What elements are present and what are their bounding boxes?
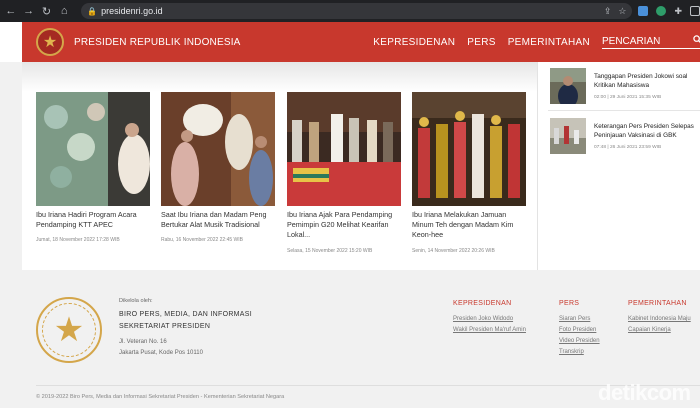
side-news-date: 29 Juni 2021 15:35 WIB: [609, 95, 662, 100]
copyright-text: © 2019-2022 Biro Pers, Media dan Informa…: [36, 394, 285, 400]
article-title[interactable]: Ibu Iriana Melakukan Jamuan Minum Teh de…: [412, 210, 526, 240]
extension-icon[interactable]: [638, 6, 649, 16]
garuda-logo-icon[interactable]: ★: [36, 28, 64, 56]
page-margin: [0, 22, 22, 62]
side-news-item[interactable]: Keterangan Pers Presiden Selepas Peninja…: [550, 118, 700, 154]
article-date: Senin, 14 November 2022 20:26 WIB: [412, 248, 495, 254]
main-nav: KEPRESIDENAN PERS PEMERINTAHAN PENCARIAN: [361, 35, 700, 49]
article-thumbnail[interactable]: [287, 92, 401, 206]
org-name: BIRO PERS, MEDIA, DAN INFORMASI: [119, 311, 252, 318]
article-card[interactable]: Ibu Iriana Hadiri Program Acara Pendampi…: [36, 92, 150, 247]
side-news-title[interactable]: Tanggapan Presiden Jokowi soal Kritikan …: [594, 72, 700, 90]
footer-link[interactable]: Wakil Presiden Ma'ruf Amin: [453, 327, 526, 333]
footer-heading-kepresidenan: KEPRESIDENAN: [453, 300, 512, 307]
footer-link[interactable]: Siaran Pers: [559, 316, 590, 322]
garuda-emblem-icon: ★: [36, 297, 102, 363]
nav-kepresidenan[interactable]: KEPRESIDENAN: [373, 37, 455, 48]
forward-icon[interactable]: →: [22, 5, 36, 17]
nav-pemerintahan[interactable]: PEMERINTAHAN: [508, 37, 590, 48]
side-news-meta: 02:00 | 29 Juni 2021 15:35 WIB: [594, 95, 661, 100]
address-bar[interactable]: 🔒 presidenri.go.id ⇪ ☆: [81, 3, 633, 19]
emblem-ring: [42, 303, 96, 357]
search-icon[interactable]: [693, 35, 700, 47]
side-news-item[interactable]: Tanggapan Presiden Jokowi soal Kritikan …: [550, 68, 700, 104]
side-news-title[interactable]: Keterangan Pers Presiden Selepas Peninja…: [594, 122, 700, 140]
lock-icon[interactable]: 🔒: [87, 7, 97, 16]
nav-pers[interactable]: PERS: [467, 37, 495, 48]
article-title[interactable]: Ibu Iriana Ajak Para Pendamping Pemimpin…: [287, 210, 401, 240]
reload-icon[interactable]: ↻: [40, 5, 54, 18]
address-line: Jakarta Pusat, Kode Pos 10110: [119, 350, 203, 356]
footer-link[interactable]: Foto Presiden: [559, 327, 596, 333]
managed-by-label: Dikelola oleh:: [119, 298, 153, 304]
footer-link[interactable]: Transkrip: [559, 349, 584, 355]
side-news-date: 26 Juni 2021 23:59 WIB: [609, 145, 662, 150]
article-thumbnail[interactable]: [36, 92, 150, 206]
detikcom-watermark: detikcom: [598, 380, 691, 405]
home-icon[interactable]: ⌂: [57, 5, 71, 17]
back-icon[interactable]: ←: [4, 5, 18, 17]
footer-link[interactable]: Presiden Joko Widodo: [453, 316, 513, 322]
article-date: Jumat, 18 November 2022 17:28 WIB: [36, 237, 120, 243]
article-card[interactable]: Ibu Iriana Ajak Para Pendamping Pemimpin…: [287, 92, 401, 267]
footer-link[interactable]: Kabinet Indonesia Maju: [628, 316, 691, 322]
footer-link[interactable]: Video Presiden: [559, 338, 600, 344]
article-card[interactable]: Ibu Iriana Melakukan Jamuan Minum Teh de…: [412, 92, 526, 267]
video-thumbnail[interactable]: [550, 68, 586, 104]
side-news-meta: 07:48 | 26 Juni 2021 23:59 WIB: [594, 145, 661, 150]
site-header: ★ PRESIDEN REPUBLIK INDONESIA KEPRESIDEN…: [22, 22, 700, 62]
extensions-puzzle-icon[interactable]: ✚: [674, 6, 682, 16]
search-input[interactable]: PENCARIAN: [602, 35, 700, 49]
content-top-shadow: [22, 62, 537, 92]
article-card[interactable]: Saat Ibu Iriana dan Madam Peng Bertukar …: [161, 92, 275, 247]
article-thumbnail[interactable]: [161, 92, 275, 206]
article-thumbnail[interactable]: [412, 92, 526, 206]
video-duration: 07:48: [594, 145, 607, 150]
share-icon[interactable]: ⇪: [604, 6, 612, 17]
article-title[interactable]: Saat Ibu Iriana dan Madam Peng Bertukar …: [161, 210, 275, 230]
article-date: Selasa, 15 November 2022 15:20 WIB: [287, 248, 373, 254]
search-label: PENCARIAN: [602, 35, 661, 47]
org-subname: SEKRETARIAT PRESIDEN: [119, 323, 211, 330]
sidebar-toggle-icon[interactable]: [690, 6, 700, 16]
extension-icon[interactable]: [656, 6, 667, 16]
footer-link[interactable]: Capaian Kinerja: [628, 327, 671, 333]
side-separator: [548, 110, 700, 111]
video-duration: 02:00: [594, 95, 607, 100]
footer-heading-pemerintahan: PEMERINTAHAN: [628, 300, 687, 307]
bookmark-star-icon[interactable]: ☆: [618, 6, 626, 17]
video-thumbnail[interactable]: [550, 118, 586, 154]
site-title[interactable]: PRESIDEN REPUBLIK INDONESIA: [74, 37, 241, 48]
article-title[interactable]: Ibu Iriana Hadiri Program Acara Pendampi…: [36, 210, 150, 230]
column-divider: [537, 62, 538, 270]
article-date: Rabu, 16 November 2022 22:45 WIB: [161, 237, 243, 243]
browser-toolbar: ← → ↻ ⌂ 🔒 presidenri.go.id ⇪ ☆ ✚: [0, 0, 700, 22]
footer-heading-pers: PERS: [559, 300, 580, 307]
url-text: presidenri.go.id: [101, 6, 163, 16]
address-line: Jl. Veteran No. 16: [119, 339, 167, 345]
